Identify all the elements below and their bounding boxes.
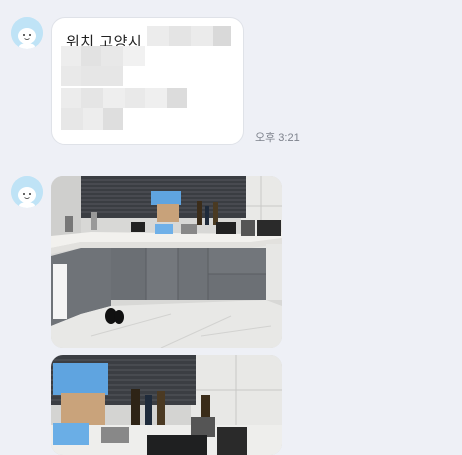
sender-avatar[interactable]	[11, 176, 43, 208]
image-message[interactable]	[51, 355, 282, 455]
kitchen-photo-icon	[51, 176, 282, 348]
sender-avatar[interactable]	[11, 17, 43, 49]
user-avatar-icon	[11, 176, 43, 208]
image-message[interactable]	[51, 176, 282, 348]
message-timestamp: 오후 3:21	[255, 132, 300, 144]
message-bubble[interactable]: 위치 고양시	[51, 17, 244, 145]
kitchen-photo-icon	[51, 355, 282, 455]
user-avatar-icon	[11, 17, 43, 49]
